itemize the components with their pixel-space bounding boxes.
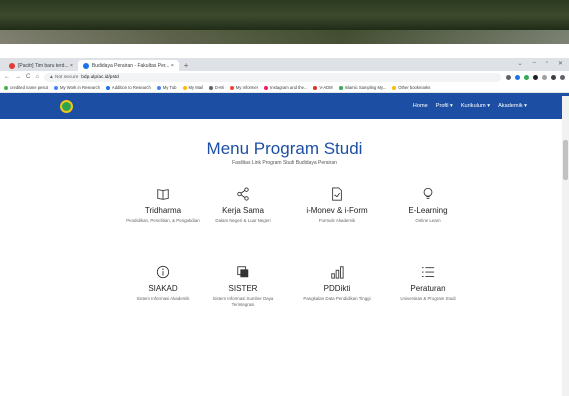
extension-icon[interactable] (542, 74, 547, 80)
extension-icon[interactable] (515, 74, 520, 80)
close-icon[interactable]: ✕ (558, 60, 563, 67)
copy-icon (237, 266, 249, 278)
menu-item-label: SISTER (228, 284, 258, 293)
minimize-icon[interactable]: – (532, 60, 535, 67)
home-icon[interactable]: ⌂ (35, 74, 39, 80)
page-subtitle: Fasilitas Link Program Studi Budidaya Pe… (232, 160, 337, 166)
maximize-icon[interactable]: ▫ (546, 60, 548, 67)
page-title: Menu Program Studi (206, 139, 363, 158)
menu-dots-icon[interactable] (560, 74, 565, 80)
menu-item-label: Kerja Sama (222, 206, 264, 215)
menu-item-desc: Universitas & Program Studi (400, 296, 456, 301)
menu-item-sister[interactable]: SISTER Sistem Informasi Sumber Daya Teri… (203, 265, 283, 308)
browser-window: [Pacitr] Tim baru terd... × Budidaya Per… (0, 58, 569, 396)
menu-item-label: Peraturan (410, 284, 446, 293)
bookmark-item[interactable]: My Tub (156, 85, 177, 90)
nav-kurikulum[interactable]: Kurikulum ▾ (461, 103, 490, 109)
menu-item-desc: Online Learn (415, 218, 441, 223)
address-bar: ← → C ⌂ ▲ Not secure bdp.ulp/ac.id/pstd (0, 71, 569, 83)
bookmark-item[interactable]: credited name pesut (4, 85, 48, 90)
nav-akademik[interactable]: Akademik ▾ (498, 103, 527, 109)
menu-item-desc: Sistem Informasi Akademik (136, 296, 190, 301)
menu-item-label: SIAKAD (148, 284, 178, 293)
page-scrollbar[interactable] (562, 96, 569, 396)
back-icon[interactable]: ← (4, 74, 10, 80)
extension-icon[interactable] (524, 74, 529, 80)
menu-item-label: i-Monev & i-Form (306, 206, 368, 215)
lightbulb-icon (423, 187, 433, 199)
forward-icon[interactable]: → (15, 74, 21, 80)
menu-item-i-monev[interactable]: i-Monev & i-Form Formulir Akademik (297, 187, 377, 224)
document-icon (332, 187, 342, 201)
bookmarks-bar: credited name pesut My Work in Research … (0, 83, 569, 93)
nav-home[interactable]: Home (413, 103, 428, 109)
scrollbar-thumb[interactable] (563, 140, 568, 180)
bar-chart-icon (331, 266, 344, 279)
list-icon (421, 267, 435, 277)
nav-profil[interactable]: Profil ▾ (436, 103, 453, 109)
new-tab-button[interactable]: + (179, 60, 194, 71)
menu-item-label: E-Learning (408, 206, 448, 215)
menu-item-tridharma[interactable]: Tridharma Pendidikan, Penelitian, & Peng… (123, 187, 203, 224)
menu-item-peraturan[interactable]: Peraturan Universitas & Program Studi (388, 265, 468, 302)
menu-item-e-learning[interactable]: E-Learning Online Learn (388, 187, 468, 224)
menu-item-desc: Dalam Negeri & Luar Negeri (215, 218, 271, 223)
menu-item-desc: Formulir Akademik (318, 218, 356, 223)
bookmark-item[interactable]: Addition to Research (105, 85, 151, 90)
not-secure-label: ▲ Not secure (48, 74, 79, 80)
extension-icon[interactable] (506, 74, 511, 80)
book-icon (157, 189, 169, 200)
info-icon (156, 265, 170, 279)
extensions (506, 74, 565, 80)
bookmark-item[interactable]: D-Mi (208, 85, 224, 90)
profile-avatar-icon[interactable] (551, 74, 556, 80)
main-content: Menu Program Studi Fasilitas Link Progra… (0, 119, 569, 396)
bookmark-item[interactable]: V-ADM (313, 85, 333, 90)
tab-label: [Pacitr] Tim baru terd... × (18, 62, 73, 69)
bookmark-item[interactable]: My Mail (182, 85, 203, 90)
bookmark-item[interactable]: Islamic Sampling My... (338, 85, 386, 90)
extension-icon[interactable] (533, 74, 538, 80)
menu-item-kerja-sama[interactable]: Kerja Sama Dalam Negeri & Luar Negeri (203, 187, 283, 224)
tab-search-icon[interactable]: ⌄ (517, 60, 522, 67)
url-text: bdp.ulp/ac.id/pstd (81, 74, 119, 80)
tab-favicon-icon (82, 62, 89, 69)
background-photo (0, 0, 569, 44)
window-controls: ⌄ – ▫ ✕ (517, 60, 563, 67)
site-nav-links: Home Profil ▾ Kurikulum ▾ Akademik ▾ (413, 93, 527, 119)
tab-label: Budidaya Perairan - Fakultas Per... × (91, 62, 174, 69)
bookmark-item[interactable]: My Informer (229, 85, 258, 90)
browser-tab-active[interactable]: Budidaya Perairan - Fakultas Per... × (77, 60, 179, 71)
reload-icon[interactable]: C (26, 74, 30, 80)
tab-bar: [Pacitr] Tim baru terd... × Budidaya Per… (0, 58, 569, 71)
bookmark-item[interactable]: My Work in Research (53, 85, 100, 90)
tab-favicon-icon (9, 62, 15, 69)
bookmark-item[interactable]: Other bookmarks (392, 85, 430, 90)
site-navbar: Home Profil ▾ Kurikulum ▾ Akademik ▾ (0, 93, 569, 119)
menu-item-desc: Sistem Informasi Sumber Daya Terintegras… (212, 296, 274, 307)
menu-item-desc: Pangkalan Data Pendidikan Tinggi (303, 296, 371, 301)
url-input[interactable]: ▲ Not secure bdp.ulp/ac.id/pstd (43, 72, 501, 82)
share-icon (237, 187, 249, 201)
menu-item-pddikti[interactable]: PDDikti Pangkalan Data Pendidikan Tinggi (297, 265, 377, 302)
menu-item-label: Tridharma (144, 206, 182, 215)
bookmark-item[interactable]: Instagram and the... (264, 85, 307, 90)
menu-item-label: PDDikti (323, 284, 351, 293)
university-logo-icon[interactable] (60, 99, 73, 113)
menu-item-desc: Pendidikan, Penelitian, & Pengabdian (126, 218, 200, 223)
menu-item-siakad[interactable]: SIAKAD Sistem Informasi Akademik (123, 265, 203, 302)
browser-tab[interactable]: [Pacitr] Tim baru terd... × (4, 60, 78, 71)
